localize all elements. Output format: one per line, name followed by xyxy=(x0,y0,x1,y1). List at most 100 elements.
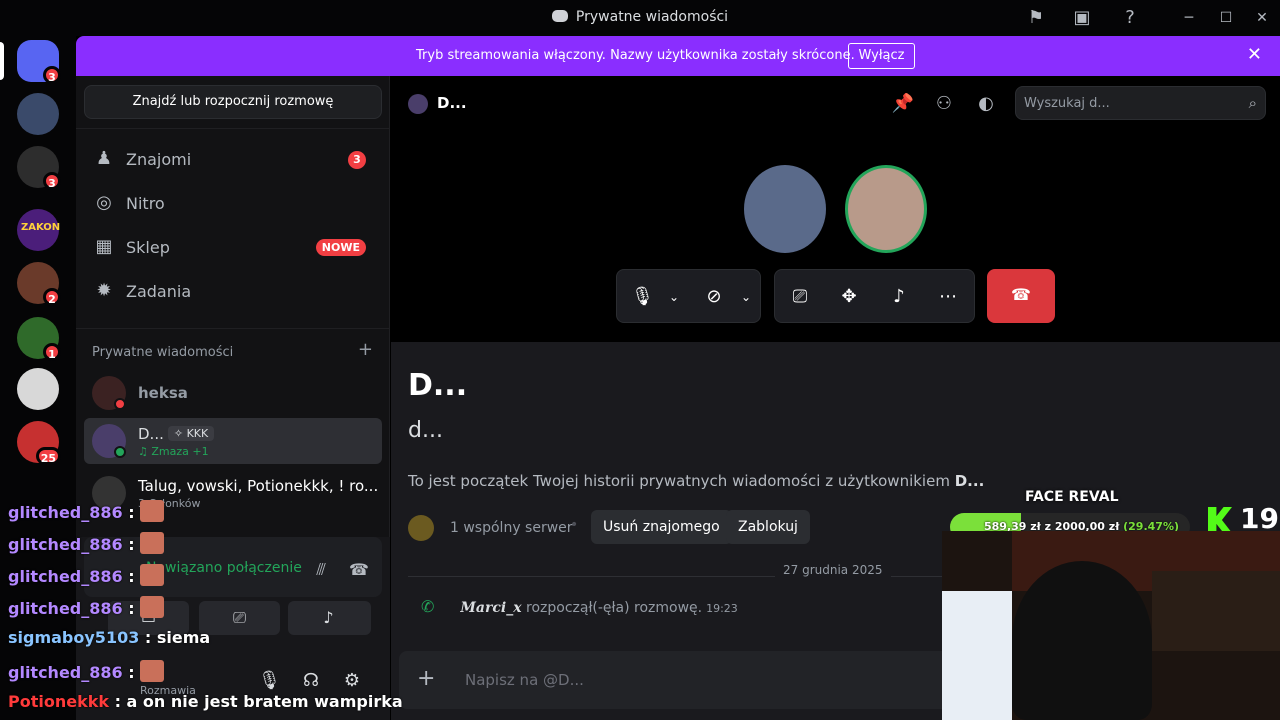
caller-name[interactable]: 𝑴𝒂𝒓𝒄𝒊_𝒙 xyxy=(460,600,521,616)
find-conversation-button[interactable]: Znajdź lub rozpocznij rozmowę xyxy=(84,85,382,119)
dm-intro-text: To jest początek Twojej historii prywatn… xyxy=(408,472,985,490)
voice-connected-label: Nawiązano połączenie xyxy=(146,560,302,576)
disconnect-icon[interactable]: ☎ xyxy=(348,560,370,582)
search-icon: ⌕ xyxy=(1248,94,1257,112)
attach-plus-icon[interactable]: + xyxy=(417,666,435,691)
inbox-icon[interactable]: ▣ xyxy=(1070,6,1094,30)
flag-icon[interactable]: ⚑ xyxy=(1024,6,1048,30)
separator-dot: • xyxy=(570,517,579,533)
create-dm-icon[interactable]: + xyxy=(358,339,373,360)
guild-badge: 1 xyxy=(43,343,61,361)
disconnect-call-button[interactable]: ☎ xyxy=(987,269,1055,323)
nav-friends[interactable]: ♟ Znajomi 3 xyxy=(84,138,382,180)
call-participant-avatar[interactable] xyxy=(744,165,826,253)
profile-display-name: D... xyxy=(408,368,468,403)
activities-icon[interactable]: ✥ xyxy=(838,286,860,308)
message-timestamp: 19:23 xyxy=(706,602,738,615)
title-bar: Prywatne wiadomości ⚑ ▣ ? ─ ☐ ✕ xyxy=(0,0,1280,36)
guild-badge: 2 xyxy=(43,288,61,306)
nav-quests-label: Zadania xyxy=(126,282,192,301)
guild-badge: 25 xyxy=(35,447,61,465)
milk-carton-image xyxy=(942,591,1012,720)
nav-shop[interactable]: ▦ Sklep NOWE xyxy=(84,226,382,268)
phone-icon: ✆ xyxy=(421,597,435,616)
settings-gear-icon[interactable]: ⚙ xyxy=(341,670,363,692)
pin-icon[interactable]: 📌 xyxy=(891,92,915,116)
help-icon[interactable]: ? xyxy=(1118,6,1142,30)
add-friends-to-dm-icon[interactable]: ⚇ xyxy=(932,92,956,116)
chevron-down-icon[interactable]: ⌄ xyxy=(663,286,685,308)
friends-icon: ♟ xyxy=(95,148,113,169)
message-composer[interactable]: + Napisz na @D... xyxy=(399,651,959,709)
dnd-status-icon xyxy=(114,398,126,410)
guild-icon-server-6[interactable]: 1 xyxy=(17,317,61,361)
close-window-button[interactable]: ✕ xyxy=(1252,8,1272,28)
chevron-down-icon[interactable]: ⌄ xyxy=(735,286,757,308)
nav-nitro-label: Nitro xyxy=(126,194,165,213)
mutual-server-icon xyxy=(408,515,434,541)
block-button[interactable]: Zablokuj xyxy=(726,510,810,544)
call-participant-speaking-avatar[interactable] xyxy=(845,165,927,253)
message-input[interactable]: Napisz na @D... xyxy=(465,671,584,689)
shop-icon: ▦ xyxy=(95,236,113,257)
dm-item-heksa[interactable]: heksa xyxy=(84,370,382,416)
guild-icon-server-5[interactable]: 2 xyxy=(17,262,61,306)
call-area: D... 📌 ⚇ ◐ Wyszukaj d... ⌕ 🎙 ⌄ ⊘ ⌄ ⎚ ✥ ♪… xyxy=(391,76,1280,342)
noise-suppression-icon[interactable]: ⫻ xyxy=(310,560,332,582)
banner-text: Tryb streamowania włączony. Nazwy użytko… xyxy=(416,48,855,63)
guild-label: ZAKON xyxy=(21,222,61,233)
nav-friends-label: Znajomi xyxy=(126,150,192,169)
camera-button[interactable]: ▭ xyxy=(108,601,189,635)
microphone-icon[interactable]: 🎙 xyxy=(631,286,654,308)
guild-icon-server-2[interactable] xyxy=(17,93,59,135)
screen-share-button[interactable]: ⎚ xyxy=(199,601,280,635)
guild-icon-server-8[interactable]: 25 xyxy=(17,421,61,465)
guild-icon-server-zakon[interactable]: ZAKON xyxy=(17,209,61,251)
dm-name: Talug, vowski, Potionekkk, ! ro... xyxy=(138,477,379,495)
remove-friend-button[interactable]: Usuń znajomego xyxy=(591,510,732,544)
nav-shop-label: Sklep xyxy=(126,238,170,257)
dm-item-active[interactable]: D... ✧ KKK ♫ Zmaza +1 xyxy=(84,418,382,464)
guild-icon-home-discord[interactable]: 3 xyxy=(17,40,61,84)
nav-nitro[interactable]: ◎ Nitro xyxy=(84,182,382,224)
more-options-icon[interactable]: ⋯ xyxy=(937,286,959,308)
disable-streamer-mode-button[interactable]: Wyłącz xyxy=(848,43,915,69)
search-input[interactable]: Wyszukaj d... ⌕ xyxy=(1015,86,1266,120)
hang-up-icon: ☎ xyxy=(1011,285,1031,304)
minimize-button[interactable]: ─ xyxy=(1179,8,1199,28)
microphone-icon[interactable]: 🎙 xyxy=(258,670,281,692)
camera-off-icon[interactable]: ⊘ xyxy=(703,286,725,308)
guild-selected-pill xyxy=(0,42,4,80)
soundboard-icon[interactable]: ♪ xyxy=(888,286,910,308)
profile-username: d... xyxy=(408,418,443,443)
guild-icon-server-7[interactable] xyxy=(17,368,59,410)
server-list: 3 3 ZAKON 2 1 25 xyxy=(0,36,76,720)
soundboard-button[interactable]: ♪ xyxy=(288,601,369,635)
divider xyxy=(76,128,390,129)
close-banner-icon[interactable]: ✕ xyxy=(1247,44,1262,65)
friends-badge: 3 xyxy=(348,151,366,169)
dm-members: 3 Członków xyxy=(138,497,201,510)
header-name: D... xyxy=(437,94,467,112)
guild-badge: 3 xyxy=(43,66,61,84)
dm-section-header: Prywatne wiadomości xyxy=(92,345,234,360)
dm-activity: ♫ Zmaza +1 xyxy=(138,445,209,458)
guild-icon-server-3[interactable]: 3 xyxy=(17,146,61,190)
screen-share-icon[interactable]: ⎚ xyxy=(789,286,811,308)
group-avatar xyxy=(92,476,126,510)
dm-name: D... ✧ KKK xyxy=(138,425,215,443)
room-image xyxy=(1152,571,1280,651)
audio-video-controls: 🎙 ⌄ ⊘ ⌄ xyxy=(616,269,761,323)
person-image xyxy=(1012,561,1152,720)
maximize-button[interactable]: ☐ xyxy=(1216,8,1236,28)
nitro-icon: ◎ xyxy=(96,192,112,213)
nav-quests[interactable]: ✹ Zadania xyxy=(84,270,382,312)
date-divider-label: 27 grudnia 2025 xyxy=(775,563,891,577)
header-avatar xyxy=(408,94,428,114)
user-profile-icon[interactable]: ◐ xyxy=(974,92,998,116)
headphones-icon[interactable]: ☊ xyxy=(300,670,322,692)
user-status: Rozmawia xyxy=(140,684,196,697)
guild-badge: 3 xyxy=(43,172,61,190)
dm-item-group[interactable]: Talug, vowski, Potionekkk, ! ro... 3 Czł… xyxy=(84,470,382,516)
call-started-message: ✆ 𝑴𝒂𝒓𝒄𝒊_𝒙 rozpoczął(-ęła) rozmowę. 19:23 xyxy=(421,597,738,616)
